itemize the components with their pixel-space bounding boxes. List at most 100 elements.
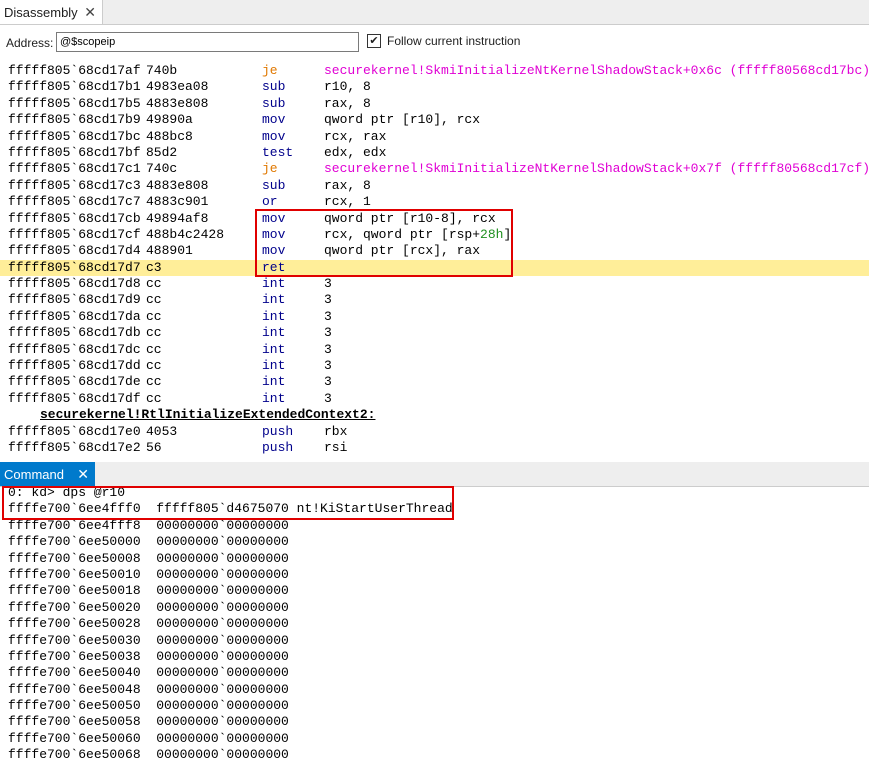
instruction-operands: rax, 8 [324,96,371,112]
command-output-line: ffffe700`6ee50028 00000000`00000000 [8,616,289,632]
instruction-bytes: 740c [146,161,178,177]
close-icon[interactable]: ✕ [84,4,96,21]
instruction-address: fffff805`68cd17b5 [8,95,141,111]
instruction-operands: 3 [324,358,332,374]
instruction-bytes: c3 [146,259,162,275]
instruction-mnemonic: mov [262,112,286,128]
function-label-row[interactable]: securekernel!RtlInitializeExtendedContex… [0,407,869,423]
disassembly-row[interactable]: fffff805`68cd17bc 488bc8 mov rcx, rax [0,129,869,145]
operand-text: qword ptr [r10], rcx [324,112,481,128]
instruction-mnemonic: test [262,144,294,160]
instruction-address: fffff805`68cd17d7 [8,259,141,275]
instruction-bytes: cc [146,390,162,406]
instruction-mnemonic: int [262,390,286,406]
instruction-mnemonic: int [262,374,286,390]
follow-label: Follow current instruction [387,34,521,48]
instruction-address: fffff805`68cd17d9 [8,292,141,308]
disassembly-row[interactable]: fffff805`68cd17db cc int 3 [0,325,869,341]
instruction-mnemonic: int [262,358,286,374]
instruction-operands: 3 [324,292,332,308]
disassembly-view[interactable]: fffff805`68cd17af 740b je securekernel!Skmi… [0,63,869,457]
disassembly-row[interactable]: fffff805`68cd17d7 c3 ret [0,259,869,277]
instruction-bytes: 488bc8 [146,128,193,144]
address-input[interactable] [56,32,359,52]
instruction-bytes: cc [146,358,162,374]
follow-current-instruction[interactable]: ✔ Follow current instruction [367,34,520,48]
tab-command[interactable]: Command ✕ [0,462,95,486]
disassembly-row[interactable]: fffff805`68cd17df cc int 3 [0,391,869,407]
disassembly-row[interactable]: fffff805`68cd17d8 cc int 3 [0,276,869,292]
command-output-line: ffffe700`6ee4fff0 fffff805`d4675070 nt!K… [8,501,453,517]
disassembly-row[interactable]: fffff805`68cd17cb 49894af8 mov qword ptr [r… [0,211,869,227]
disassembly-row[interactable]: fffff805`68cd17dc cc int 3 [0,342,869,358]
disassembly-row[interactable]: fffff805`68cd17bf 85d2 test edx, edx [0,145,869,161]
command-output-line: ffffe700`6ee50030 00000000`00000000 [8,632,289,648]
disassembly-row[interactable]: fffff805`68cd17c7 4883c901 or rcx, 1 [0,194,869,210]
instruction-mnemonic: sub [262,79,286,95]
operand-text: rsi [324,439,348,455]
command-output-line: ffffe700`6ee50060 00000000`00000000 [8,730,289,746]
instruction-bytes: cc [146,276,162,292]
close-icon[interactable]: ✕ [77,466,89,483]
disassembly-row[interactable]: fffff805`68cd17b1 4983ea08 sub r10, 8 [0,79,869,95]
instruction-address: fffff805`68cd17e2 [8,439,141,455]
disassembly-row[interactable]: fffff805`68cd17af 740b je securekernel!Skmi… [0,63,869,79]
disassembly-row[interactable]: fffff805`68cd17e0 4053 push rbx [0,424,869,440]
command-output-line: ffffe700`6ee50010 00000000`00000000 [8,566,289,582]
instruction-address: fffff805`68cd17d4 [8,243,141,259]
instruction-operands: rcx, qword ptr [rsp+28h] [324,227,511,243]
instruction-operands: edx, edx [324,145,386,161]
instruction-mnemonic: int [262,325,286,341]
disassembly-row[interactable]: fffff805`68cd17da cc int 3 [0,309,869,325]
tab-disassembly-label: Disassembly [4,4,78,20]
instruction-address: fffff805`68cd17cb [8,210,141,226]
command-output-line: ffffe700`6ee50068 00000000`00000000 [8,747,289,763]
instruction-bytes: 488901 [146,243,193,259]
instruction-mnemonic: mov [262,226,286,242]
command-output-line: ffffe700`6ee50040 00000000`00000000 [8,665,289,681]
disassembly-row[interactable]: fffff805`68cd17dd cc int 3 [0,358,869,374]
operand-tail: ] [503,226,512,242]
instruction-bytes: 49894af8 [146,210,209,226]
disassembly-tabstrip: Disassembly ✕ [0,0,869,25]
disassembly-row[interactable]: fffff805`68cd17b5 4883e808 sub rax, 8 [0,96,869,112]
instruction-operands: qword ptr [r10-8], rcx [324,211,496,227]
disassembly-row[interactable]: fffff805`68cd17d9 cc int 3 [0,292,869,308]
instruction-operands: 3 [324,374,332,390]
operand-text: rcx, rax [324,128,387,144]
instruction-bytes: cc [146,308,162,324]
disassembly-row[interactable]: fffff805`68cd17cf 488b4c2428 mov rcx, qword… [0,227,869,243]
disassembly-row[interactable]: fffff805`68cd17de cc int 3 [0,374,869,390]
instruction-bytes: 4883e808 [146,177,209,193]
instruction-mnemonic: je [262,161,278,177]
instruction-operands: rsi [324,440,347,456]
tab-disassembly[interactable]: Disassembly ✕ [0,0,103,24]
function-label: securekernel!RtlInitializeExtendedContex… [40,407,376,423]
instruction-mnemonic: or [262,194,278,210]
instruction-address: fffff805`68cd17c7 [8,194,141,210]
disassembly-row[interactable]: fffff805`68cd17c1 740c je securekernel!Skmi… [0,161,869,177]
checkbox-icon[interactable]: ✔ [367,34,381,48]
instruction-bytes: cc [146,374,162,390]
operand-text: 3 [324,358,332,374]
disassembly-row[interactable]: fffff805`68cd17b9 49890a mov qword ptr [r10… [0,112,869,128]
instruction-mnemonic: mov [262,243,286,259]
instruction-address: fffff805`68cd17df [8,390,141,406]
instruction-address: fffff805`68cd17dc [8,341,141,357]
operand-text: rcx, 1 [324,194,371,210]
disassembly-row[interactable]: fffff805`68cd17c3 4883e808 sub rax, 8 [0,178,869,194]
instruction-address: fffff805`68cd17b1 [8,79,141,95]
address-bar: Address: ✔ Follow current instruction [0,30,869,56]
operand-text: rcx, qword ptr [rsp+ [324,226,481,242]
instruction-operands: rcx, 1 [324,194,371,210]
instruction-address: fffff805`68cd17d8 [8,276,141,292]
instruction-bytes: 4983ea08 [146,79,209,95]
command-output[interactable]: 0: kd> dps @r10 ffffe700`6ee4fff0 fffff80… [0,485,869,766]
disassembly-row[interactable]: fffff805`68cd17e2 56 push rsi [0,440,869,456]
instruction-operands: 3 [324,309,332,325]
instruction-bytes: cc [146,341,162,357]
instruction-mnemonic: mov [262,210,286,226]
command-output-line: ffffe700`6ee50038 00000000`00000000 [8,648,289,664]
disassembly-row[interactable]: fffff805`68cd17d4 488901 mov qword ptr [rcx… [0,243,869,259]
instruction-bytes: 4883e808 [146,95,209,111]
